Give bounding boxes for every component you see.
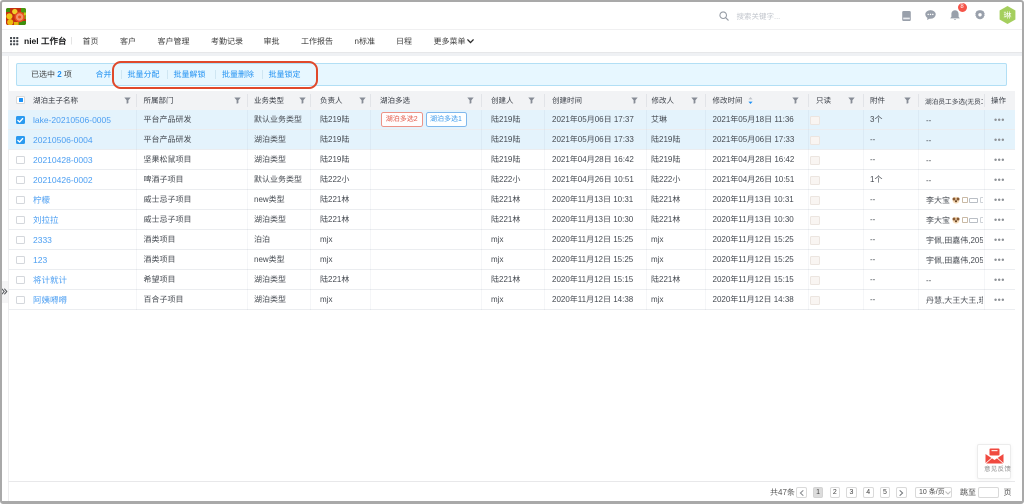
svg-text:琳: 琳 — [1004, 10, 1012, 21]
